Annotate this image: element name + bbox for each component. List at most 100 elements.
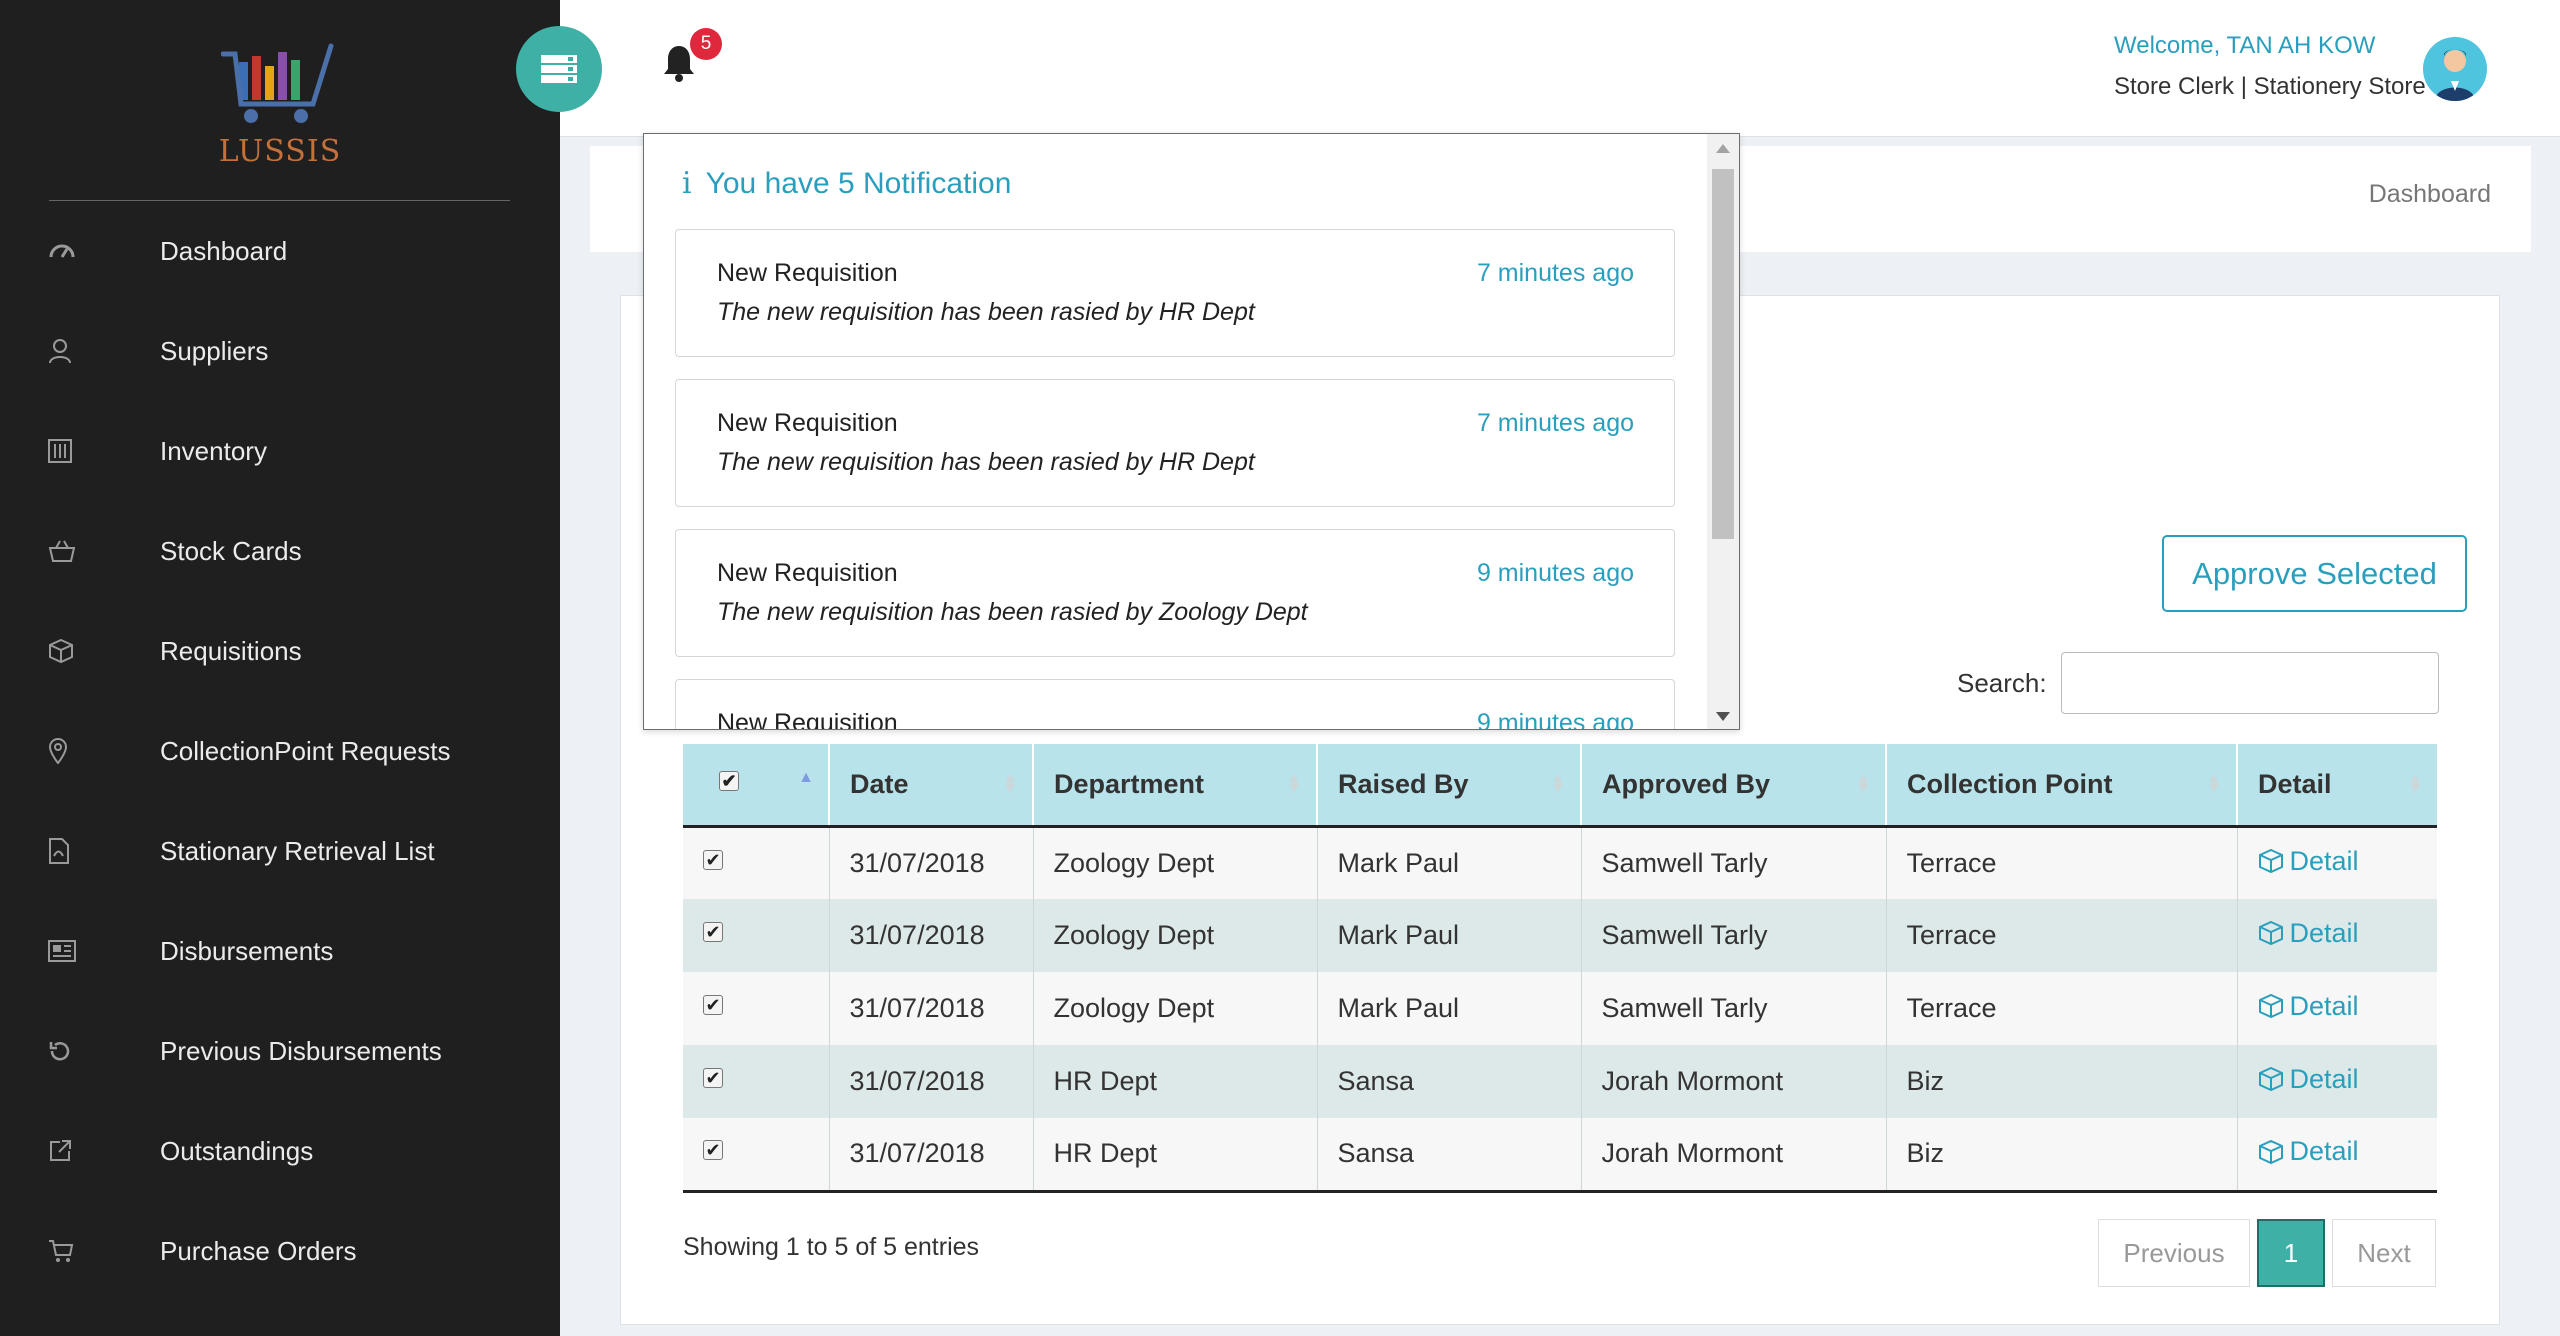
- detail-link-label: Detail: [2289, 1136, 2359, 1166]
- welcome-text: Welcome, TAN AH KOW: [2114, 32, 2376, 59]
- notification-item-body: The new requisition has been rasied by H…: [717, 298, 1255, 326]
- entries-info: Showing 1 to 5 of 5 entries: [683, 1233, 980, 1261]
- detail-link-label: Detail: [2289, 990, 2359, 1021]
- notification-count-badge: 5: [690, 28, 722, 60]
- sort-icon: ▲ ▼: [1855, 770, 1871, 797]
- page-1-button[interactable]: 1: [2257, 1219, 2325, 1287]
- table-body: ✔ 31/07/2018 Zoology Dept Mark Paul Samwell …: [683, 826, 2437, 1193]
- cube-icon: [2258, 1139, 2284, 1165]
- detail-link[interactable]: Detail: [2258, 991, 2359, 1022]
- notification-item[interactable]: New Requisition 9 minutes ago: [675, 679, 1675, 729]
- brand-logo[interactable]: LUSSIS: [0, 40, 560, 169]
- department-cell: Zoology Dept: [1033, 972, 1318, 1045]
- user-avatar-icon: [2435, 49, 2475, 101]
- collection-point-cell: Terrace: [1886, 972, 2238, 1045]
- table-row[interactable]: ✔ 31/07/2018 Zoology Dept Mark Paul Samwell …: [683, 899, 2437, 972]
- row-checkbox[interactable]: ✔: [703, 995, 723, 1015]
- detail-link[interactable]: Detail: [2258, 1136, 2359, 1167]
- notification-item[interactable]: New Requisition 7 minutes ago The new requ…: [675, 379, 1675, 507]
- table-row[interactable]: ✔ 31/07/2018 HR Dept Sansa Jorah Mormont Biz D…: [683, 1045, 2437, 1118]
- previous-page-button[interactable]: Previous: [2098, 1219, 2250, 1287]
- raised-by-cell: Sansa: [1317, 1118, 1582, 1193]
- row-checkbox[interactable]: ✔: [703, 1140, 723, 1161]
- sidebar-item-label: Previous Disbursements: [160, 1035, 442, 1066]
- sidebar-item-purchase-orders[interactable]: Purchase Orders: [0, 1201, 560, 1301]
- column-header-detail[interactable]: Detail ▲ ▼: [2237, 744, 2437, 828]
- avatar[interactable]: [2423, 37, 2487, 101]
- history-icon: [0, 1039, 160, 1063]
- search-input[interactable]: [2061, 652, 2439, 714]
- approve-selected-button[interactable]: Approve Selected: [2162, 535, 2467, 612]
- user-info[interactable]: Welcome, TAN AH KOW Store Clerk | Statio…: [2114, 32, 2426, 101]
- row-checkbox[interactable]: ✔: [703, 1068, 723, 1088]
- table-row[interactable]: ✔ 31/07/2018 HR Dept Sansa Jorah Mormont Biz D…: [683, 1118, 2437, 1193]
- server-menu-icon: [541, 55, 577, 83]
- sort-icon: ▲ ▼: [1002, 770, 1018, 797]
- select-all-header[interactable]: ✔ ▲: [683, 744, 830, 828]
- notification-item[interactable]: New Requisition 7 minutes ago The new requ…: [675, 229, 1675, 357]
- sidebar-item-suppliers[interactable]: Suppliers: [0, 301, 560, 401]
- column-header-raised-by[interactable]: Raised By ▲ ▼: [1317, 744, 1582, 828]
- cube-icon: [0, 638, 160, 664]
- column-header-date[interactable]: Date ▲ ▼: [829, 744, 1034, 828]
- date-cell: 31/07/2018: [829, 1045, 1034, 1118]
- detail-link-label: Detail: [2289, 1063, 2359, 1094]
- sliders-icon: [0, 439, 160, 463]
- scroll-up-arrow-icon[interactable]: [1716, 144, 1730, 153]
- detail-link[interactable]: Detail: [2258, 918, 2359, 949]
- row-select-cell[interactable]: ✔: [683, 1045, 830, 1118]
- column-header-department[interactable]: Department ▲ ▼: [1033, 744, 1318, 828]
- select-all-checkbox[interactable]: ✔: [719, 770, 739, 791]
- sidebar-item-label: Inventory: [160, 435, 267, 466]
- sidebar-item-collectionpoint-requests[interactable]: CollectionPoint Requests: [0, 701, 560, 801]
- detail-link[interactable]: Detail: [2258, 846, 2359, 877]
- table-row[interactable]: ✔ 31/07/2018 Zoology Dept Mark Paul Samwell …: [683, 972, 2437, 1045]
- column-header-collection-point[interactable]: Collection Point ▲ ▼: [1886, 744, 2238, 828]
- sidebar-item-disbursements[interactable]: Disbursements: [0, 901, 560, 1001]
- sort-icon: ▲ ▼: [2206, 770, 2222, 797]
- scrollbar[interactable]: [1707, 134, 1739, 729]
- sidebar-item-previous-disbursements[interactable]: Previous Disbursements: [0, 1001, 560, 1101]
- department-cell: Zoology Dept: [1033, 826, 1318, 899]
- next-page-button[interactable]: Next: [2332, 1219, 2436, 1287]
- scroll-down-arrow-icon[interactable]: [1716, 712, 1730, 721]
- row-select-cell[interactable]: ✔: [683, 972, 830, 1045]
- approved-by-cell: Jorah Mormont: [1581, 1045, 1887, 1118]
- column-header-approved-by[interactable]: Approved By ▲ ▼: [1581, 744, 1887, 828]
- search-label: Search:: [1957, 668, 2047, 698]
- map-pin-icon: [0, 738, 160, 764]
- collection-point-cell: Terrace: [1886, 899, 2238, 972]
- raised-by-cell: Mark Paul: [1317, 826, 1582, 899]
- date-cell: 31/07/2018: [829, 1118, 1034, 1193]
- row-select-cell[interactable]: ✔: [683, 1118, 830, 1193]
- notification-item-time: 7 minutes ago: [1476, 409, 1634, 437]
- user-icon: [0, 338, 160, 364]
- external-link-icon: [0, 1139, 160, 1163]
- sidebar-item-inventory[interactable]: Inventory: [0, 401, 560, 501]
- sidebar-item-stock-cards[interactable]: Stock Cards: [0, 501, 560, 601]
- table-row[interactable]: ✔ 31/07/2018 Zoology Dept Mark Paul Samwell …: [683, 826, 2437, 899]
- sidebar-item-stationary-retrieval-list[interactable]: Stationary Retrieval List: [0, 801, 560, 901]
- detail-cell: Detail: [2237, 972, 2437, 1045]
- collection-point-cell: Terrace: [1886, 826, 2238, 899]
- scrollbar-thumb[interactable]: [1712, 169, 1734, 539]
- basket-icon: [0, 539, 160, 563]
- notification-item-time: 7 minutes ago: [1476, 259, 1634, 287]
- notification-item[interactable]: New Requisition 9 minutes ago The new requ…: [675, 529, 1675, 657]
- sidebar-nav: Dashboard Suppliers Inventory Stock Card…: [0, 201, 560, 1301]
- sidebar-item-outstandings[interactable]: Outstandings: [0, 1101, 560, 1201]
- cube-icon: [2258, 920, 2284, 946]
- detail-link[interactable]: Detail: [2258, 1064, 2359, 1095]
- sidebar-item-dashboard[interactable]: Dashboard: [0, 201, 560, 301]
- row-checkbox[interactable]: ✔: [703, 849, 723, 870]
- row-select-cell[interactable]: ✔: [683, 899, 830, 972]
- sidebar-toggle-button[interactable]: [516, 26, 602, 112]
- row-checkbox[interactable]: ✔: [703, 922, 723, 942]
- sidebar-item-requisitions[interactable]: Requisitions: [0, 601, 560, 701]
- breadcrumb-current[interactable]: Dashboard: [2369, 180, 2491, 209]
- department-cell: Zoology Dept: [1033, 899, 1318, 972]
- cart-logo-icon: [221, 43, 334, 123]
- row-select-cell[interactable]: ✔: [683, 826, 830, 899]
- sort-icon: ▲ ▼: [1550, 770, 1566, 797]
- pdf-file-icon: [0, 838, 160, 864]
